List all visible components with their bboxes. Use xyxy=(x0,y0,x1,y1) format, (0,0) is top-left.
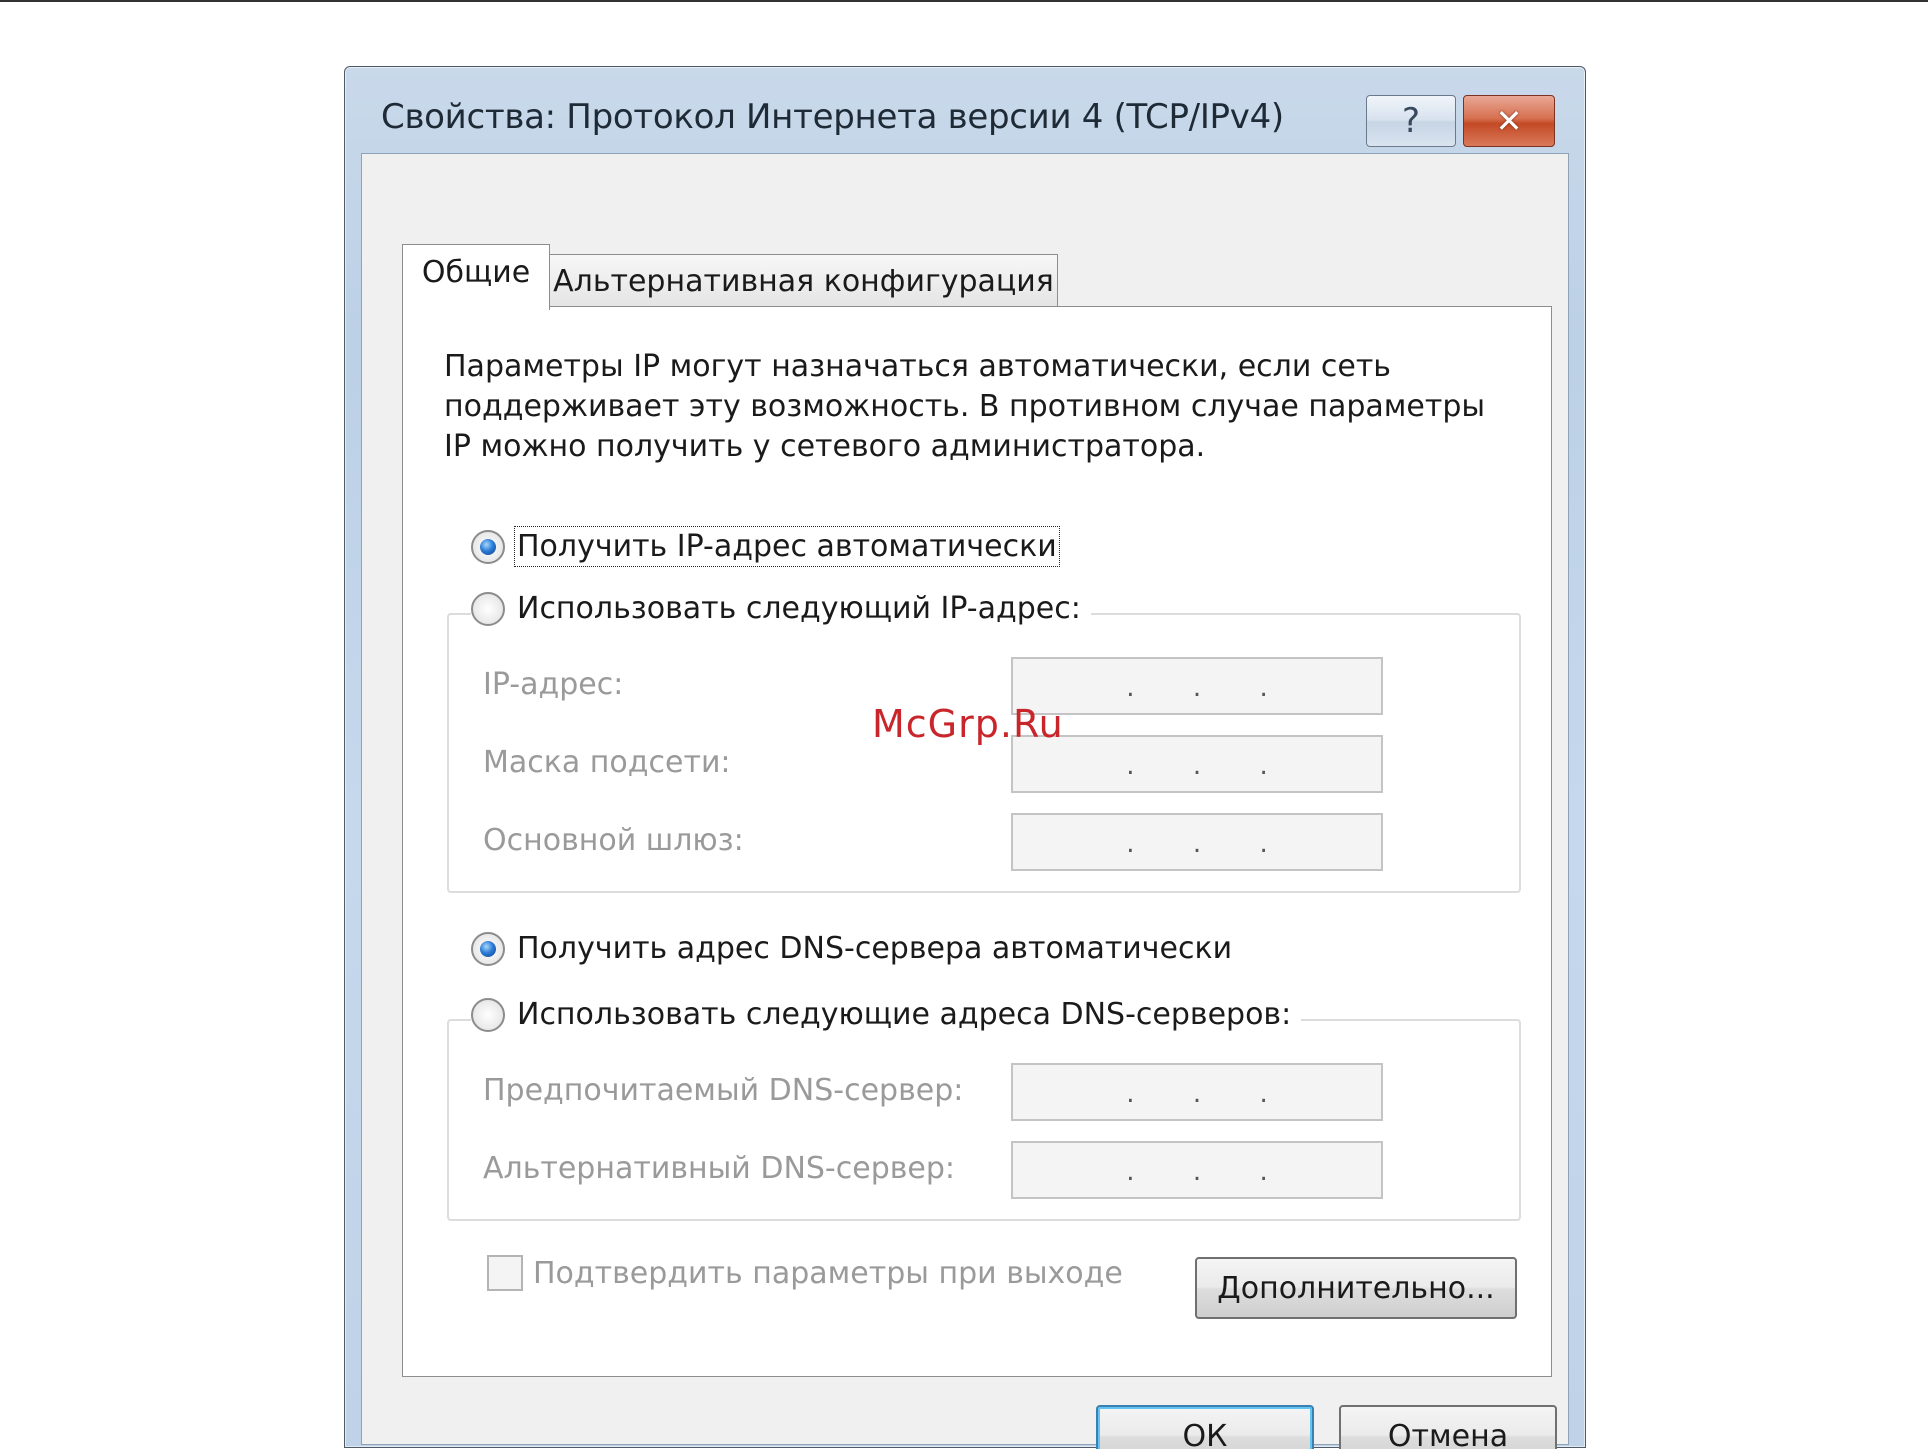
ip-octet-separator: . xyxy=(1126,829,1135,859)
cancel-button-label: Отмена xyxy=(1387,1418,1509,1449)
ip-octet-separator: . xyxy=(1259,1157,1268,1187)
ip-address-field[interactable]: . . . xyxy=(1011,657,1383,715)
subnet-mask-label: Маска подсети: xyxy=(483,745,731,780)
radio-button-unchecked[interactable] xyxy=(471,997,505,1032)
dialog-client-area: Общие Альтернативная конфигурация Параме… xyxy=(361,153,1569,1449)
advanced-button-label: Дополнительно... xyxy=(1217,1270,1495,1306)
validate-on-exit-checkbox[interactable] xyxy=(487,1255,523,1291)
ip-octet-separator: . xyxy=(1126,751,1135,781)
ip-octet-separator: . xyxy=(1259,829,1268,859)
radio-dns-manual[interactable]: Использовать следующие адреса DNS-сервер… xyxy=(471,997,1302,1032)
advanced-button[interactable]: Дополнительно... xyxy=(1195,1257,1517,1319)
ip-octet-separator: . xyxy=(1192,673,1202,703)
default-gateway-field[interactable]: . . . xyxy=(1011,813,1383,871)
ip-octet-separator: . xyxy=(1192,1157,1202,1187)
radio-ip-manual[interactable]: Использовать следующий IP-адрес: xyxy=(471,591,1091,626)
alternate-dns-label: Альтернативный DNS-сервер: xyxy=(483,1151,956,1186)
radio-button-checked[interactable] xyxy=(471,931,505,966)
validate-on-exit-checkbox-row[interactable]: Подтвердить параметры при выходе xyxy=(487,1255,1123,1291)
ok-button[interactable]: ОК xyxy=(1096,1405,1314,1449)
description-text: Параметры IP могут назначаться автоматич… xyxy=(444,349,1486,464)
general-tab-panel: Параметры IP могут назначаться автоматич… xyxy=(402,306,1552,1377)
ip-address-label: IP-адрес: xyxy=(483,667,624,702)
window-title: Свойства: Протокол Интернета версии 4 (T… xyxy=(381,97,1284,137)
cancel-button[interactable]: Отмена xyxy=(1339,1405,1557,1449)
ip-octet-separator: . xyxy=(1192,1079,1202,1109)
radio-dns-auto[interactable]: Получить адрес DNS-сервера автоматически xyxy=(471,931,1243,966)
tab-general[interactable]: Общие xyxy=(402,244,550,310)
radio-dns-manual-label: Использовать следующие адреса DNS-сервер… xyxy=(517,997,1292,1032)
ip-octet-separator: . xyxy=(1192,751,1202,781)
ip-octet-separator: . xyxy=(1259,1079,1268,1109)
question-mark-icon: ? xyxy=(1401,101,1421,141)
tab-alternate-configuration[interactable]: Альтернативная конфигурация xyxy=(549,254,1058,308)
page-top-rule xyxy=(0,0,1928,2)
ip-octet-separator: . xyxy=(1259,751,1268,781)
default-gateway-label: Основной шлюз: xyxy=(483,823,744,858)
close-button[interactable]: ✕ xyxy=(1463,95,1555,147)
ip-octet-separator: . xyxy=(1126,673,1135,703)
preferred-dns-field[interactable]: . . . xyxy=(1011,1063,1383,1121)
watermark: McGrp.Ru xyxy=(872,702,1064,746)
radio-ip-manual-label: Использовать следующий IP-адрес: xyxy=(517,591,1081,626)
ip-octet-separator: . xyxy=(1126,1079,1135,1109)
tab-alternate-label: Альтернативная конфигурация xyxy=(553,264,1054,299)
radio-button-checked[interactable] xyxy=(471,529,505,564)
preferred-dns-label: Предпочитаемый DNS-сервер: xyxy=(483,1073,964,1108)
ok-button-label: ОК xyxy=(1182,1418,1228,1449)
radio-button-unchecked[interactable] xyxy=(471,591,505,626)
help-button[interactable]: ? xyxy=(1366,95,1456,147)
subnet-mask-field[interactable]: . . . xyxy=(1011,735,1383,793)
close-icon: ✕ xyxy=(1495,102,1523,140)
alternate-dns-field[interactable]: . . . xyxy=(1011,1141,1383,1199)
ip-octet-separator: . xyxy=(1192,829,1202,859)
title-bar[interactable]: Свойства: Протокол Интернета версии 4 (T… xyxy=(345,67,1585,153)
ip-octet-separator: . xyxy=(1259,673,1268,703)
validate-on-exit-label: Подтвердить параметры при выходе xyxy=(533,1255,1123,1291)
radio-ip-auto-label: Получить IP-адрес автоматически xyxy=(514,526,1060,567)
tab-general-label: Общие xyxy=(421,255,531,290)
radio-ip-auto[interactable]: Получить IP-адрес автоматически xyxy=(471,526,1067,567)
ip-octet-separator: . xyxy=(1126,1157,1135,1187)
tcpip-properties-dialog: Свойства: Протокол Интернета версии 4 (T… xyxy=(344,66,1586,1449)
radio-dns-auto-label: Получить адрес DNS-сервера автоматически xyxy=(517,931,1233,966)
